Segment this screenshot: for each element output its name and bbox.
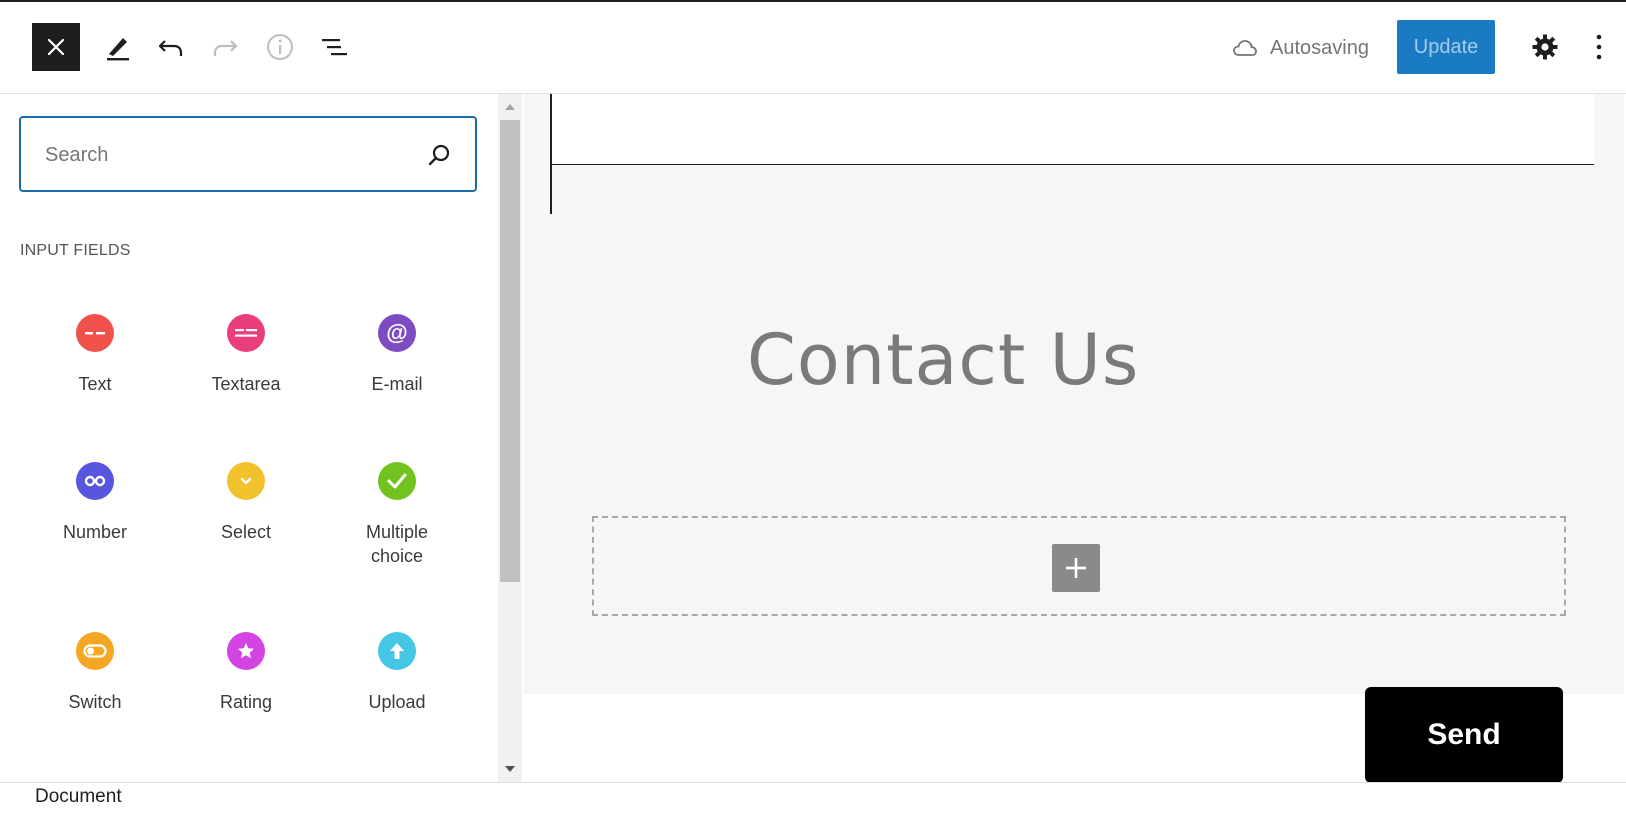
block-rating[interactable]: Rating: [171, 632, 321, 714]
list-view-button[interactable]: [316, 29, 352, 65]
infinity-icon: [76, 462, 114, 500]
block-label: Number: [62, 522, 128, 542]
at-sign-icon: @: [378, 314, 416, 352]
form-heading[interactable]: Contact Us: [747, 319, 1139, 401]
settings-button[interactable]: [1527, 29, 1563, 65]
pencil-icon: [107, 38, 129, 61]
update-button[interactable]: Update: [1397, 20, 1495, 74]
previous-block[interactable]: [550, 94, 1594, 164]
block-label: Textarea: [211, 374, 281, 394]
autosave-label: Autosaving: [1270, 36, 1369, 59]
edit-tool-button[interactable]: [100, 29, 136, 65]
scroll-up-arrow-icon[interactable]: [498, 100, 522, 114]
block-label: Upload: [368, 692, 426, 712]
block-label: Multiple choice: [365, 522, 429, 566]
block-number[interactable]: Number: [20, 462, 170, 544]
block-textarea[interactable]: Textarea: [171, 314, 321, 396]
section-title: INPUT FIELDS: [20, 242, 131, 259]
block-label: Switch: [68, 692, 122, 712]
redo-button[interactable]: [207, 29, 243, 65]
breadcrumb[interactable]: Document: [35, 786, 122, 808]
scroll-down-arrow-icon[interactable]: [498, 762, 522, 776]
info-icon: [267, 34, 293, 60]
upload-arrow-icon: [378, 632, 416, 670]
cloud-icon: [1233, 40, 1257, 56]
block-select[interactable]: Select: [171, 462, 321, 544]
block-inserter-panel: INPUT FIELDS Text Textarea @ E-mail Numb…: [0, 94, 498, 782]
block-label: E-mail: [371, 374, 423, 394]
search-input[interactable]: [45, 140, 405, 170]
editor-header: Autosaving Update: [0, 2, 1626, 94]
details-button[interactable]: [262, 29, 298, 65]
block-appender[interactable]: [592, 516, 1566, 616]
block-email[interactable]: @ E-mail: [322, 314, 472, 396]
plus-icon: [1066, 558, 1086, 578]
textarea-field-icon: [227, 314, 265, 352]
editor-canvas: Contact Us Send: [522, 94, 1626, 782]
block-caret: [550, 94, 552, 214]
block-switch[interactable]: Switch: [20, 632, 170, 714]
checkmark-icon: [378, 462, 416, 500]
redo-icon: [213, 40, 238, 56]
undo-icon: [158, 40, 183, 56]
separator-line: [552, 164, 1594, 165]
close-icon: [47, 38, 65, 56]
autosave-status: Autosaving: [1232, 32, 1369, 64]
editor-footer: Document: [0, 782, 1626, 817]
star-icon: [227, 632, 265, 670]
chevron-down-icon: [227, 462, 265, 500]
list-view-icon: [322, 39, 347, 56]
send-button[interactable]: Send: [1365, 687, 1563, 782]
options-menu-button[interactable]: [1586, 29, 1612, 65]
more-vertical-icon: [1596, 34, 1602, 60]
block-label: Rating: [219, 692, 273, 712]
undo-button[interactable]: [153, 29, 189, 65]
search-icon[interactable]: [425, 142, 453, 170]
inserter-search[interactable]: [19, 116, 477, 192]
block-label: Text: [78, 374, 112, 394]
close-inserter-button[interactable]: [32, 23, 80, 71]
text-field-icon: [76, 314, 114, 352]
block-upload[interactable]: Upload: [322, 632, 472, 714]
add-block-button[interactable]: [1052, 544, 1100, 592]
gear-icon: [1532, 34, 1558, 60]
toggle-icon: [76, 632, 114, 670]
block-text[interactable]: Text: [20, 314, 170, 396]
block-label: Select: [220, 522, 272, 542]
block-multiple-choice[interactable]: Multiple choice: [322, 462, 472, 568]
scrollbar-thumb[interactable]: [500, 120, 520, 582]
sidebar-scrollbar[interactable]: [498, 94, 522, 782]
